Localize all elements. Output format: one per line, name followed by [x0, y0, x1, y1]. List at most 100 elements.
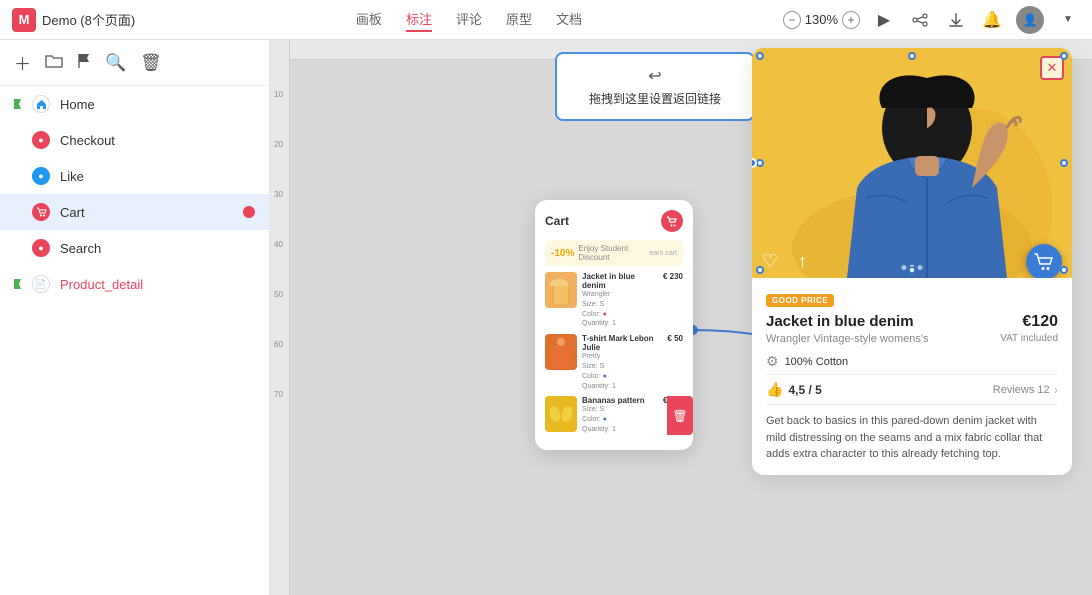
back-link-tooltip: ↩ 拖拽到这里设置返回链接: [555, 52, 755, 121]
folder-icon[interactable]: [45, 53, 63, 73]
cotton-icon: ⚙: [766, 353, 779, 370]
logo-area: M Demo (8个页面): [12, 8, 135, 32]
app-title: Demo (8个页面): [42, 10, 135, 29]
sel-handle-bl[interactable]: [756, 266, 764, 274]
sidebar-item-cart[interactable]: Cart: [0, 194, 269, 230]
ruler-mark-40: 40: [274, 240, 283, 249]
sidebar-item-checkout-label: Checkout: [60, 133, 255, 148]
cart-item-info-0: Jacket in blue denim Wrangler Size: S Co…: [582, 272, 658, 329]
chevron-right-icon: ›: [1054, 382, 1058, 397]
discount-text: Enjoy Student Discount: [578, 244, 645, 262]
sidebar-toolbar: ＋ 🔍 🗑: [0, 40, 269, 86]
sidebar-item-home-label: Home: [60, 97, 255, 112]
cart-item-details-0: Wrangler Size: S Color: ● Quantity: 1: [582, 290, 658, 329]
tab-wendang[interactable]: 文档: [556, 7, 582, 32]
flag-icon-product: [14, 279, 22, 289]
sel-handle-tm[interactable]: [908, 52, 916, 60]
topbar-right: − 130% + ▶ 🔔 👤 ▼: [783, 6, 1080, 34]
tab-yuanxing[interactable]: 原型: [506, 7, 532, 32]
share-button[interactable]: [908, 8, 932, 32]
cart-item-img-2: [545, 396, 577, 432]
sel-handle-bm[interactable]: [908, 266, 916, 274]
main-layout: ＋ 🔍 🗑 Home ● Che: [0, 40, 1092, 595]
cart-item-img-1: [545, 334, 577, 370]
product-close-button[interactable]: ✕: [1040, 56, 1064, 80]
nav-dot-2[interactable]: [918, 265, 923, 270]
share-product-icon[interactable]: ↑: [798, 251, 807, 272]
avatar[interactable]: 👤: [1016, 6, 1044, 34]
flag-icon-search: [14, 243, 22, 253]
product-price: €120: [1022, 313, 1058, 331]
ruler-left: 10 20 30 40 50 60 70: [270, 40, 290, 595]
ruler-mark-60: 60: [274, 340, 283, 349]
sel-handle-tl[interactable]: [756, 52, 764, 60]
sel-handle-tr[interactable]: [1060, 52, 1068, 60]
product-title: Jacket in blue denim: [766, 313, 914, 330]
sidebar-item-product-label: Product_detail: [60, 277, 255, 292]
flag-icon-checkout: [14, 135, 22, 145]
ruler-mark-30: 30: [274, 190, 283, 199]
cart-item-name-1: T-shirt Mark Lebon Julie: [582, 334, 662, 352]
product-description: Get back to basics in this pared-down de…: [766, 413, 1058, 463]
cart-page-icon: [32, 203, 50, 221]
cart-item-img-0: [545, 272, 577, 308]
delete-icon[interactable]: 🗑: [140, 53, 162, 73]
sel-handle-mr[interactable]: [1060, 159, 1068, 167]
rating-value: 4,5 / 5: [788, 383, 821, 397]
discount-pct: -10%: [551, 248, 574, 259]
product-actions-bar: ♡ ↑: [762, 251, 807, 272]
product-vat: VAT included: [1000, 333, 1058, 345]
sel-handle-ml[interactable]: [756, 159, 764, 167]
cart-item-2: Bananas pattern Size: S Color: ● Quantit…: [545, 396, 683, 434]
product-person-svg: [752, 48, 1072, 278]
zoom-out-button[interactable]: −: [783, 11, 801, 29]
search-sidebar-icon[interactable]: 🔍: [105, 53, 126, 73]
back-tooltip-text: 拖拽到这里设置返回链接: [573, 90, 737, 107]
zoom-in-button[interactable]: +: [842, 11, 860, 29]
notification-button[interactable]: 🔔: [980, 8, 1004, 32]
cart-item-1: T-shirt Mark Lebon Julie Pretty Size: S …: [545, 334, 683, 391]
sidebar-item-product-detail[interactable]: 📄 Product_detail: [0, 266, 269, 302]
cart-popup-icon[interactable]: [661, 210, 683, 232]
sidebar-items: Home ● Checkout ● Like: [0, 86, 269, 595]
cart-popup: Cart -10% Enjoy Student Discount earn ca…: [535, 200, 693, 450]
sidebar-item-search[interactable]: ● Search: [0, 230, 269, 266]
cart-badge: [243, 206, 255, 218]
tab-huaban[interactable]: 画板: [356, 7, 382, 32]
sidebar-item-like[interactable]: ● Like: [0, 158, 269, 194]
sidebar-item-home[interactable]: Home: [0, 86, 269, 122]
add-page-icon[interactable]: ＋: [14, 50, 31, 75]
canvas-area[interactable]: 10 20 30 40 50 60 70 ↩ 拖拽到这里设置返回链接 Cart …: [270, 40, 1092, 595]
cart-item-name-2: Bananas pattern: [582, 396, 658, 405]
product-feature-text: 100% Cotton: [785, 356, 849, 368]
dropdown-button[interactable]: ▼: [1056, 8, 1080, 32]
product-subtitle: Wrangler Vintage-style womens's: [766, 333, 929, 345]
product-panel: ✕ ♡ ↑: [752, 48, 1072, 475]
ruler-mark-50: 50: [274, 290, 283, 299]
delete-button[interactable]: 🗑: [667, 396, 693, 434]
flag-icon-cart: [14, 207, 22, 217]
sidebar-item-checkout[interactable]: ● Checkout: [0, 122, 269, 158]
zoom-control: − 130% +: [783, 11, 860, 29]
cart-item-details-2: Size: S Color: ● Quantity: 1: [582, 405, 658, 434]
tab-biaozu[interactable]: 标注: [406, 7, 432, 32]
ruler-mark-70: 70: [274, 390, 283, 399]
tab-pinglun[interactable]: 评论: [456, 7, 482, 32]
flag-icon[interactable]: [77, 53, 91, 73]
cart-fab-button[interactable]: [1026, 244, 1062, 278]
product-badge: GOOD PRICE: [766, 294, 834, 307]
zoom-level: 130%: [805, 12, 838, 27]
sidebar-item-like-label: Like: [60, 169, 255, 184]
like-page-icon: ●: [32, 167, 50, 185]
product-page-icon: 📄: [32, 275, 50, 293]
nav-dot-0[interactable]: [902, 265, 907, 270]
reviews-area[interactable]: Reviews 12 ›: [993, 382, 1058, 397]
sidebar-item-cart-label: Cart: [60, 205, 233, 220]
nav-tabs: 画板 标注 评论 原型 文档: [155, 7, 783, 32]
play-button[interactable]: ▶: [872, 8, 896, 32]
product-title-row: Jacket in blue denim €120: [766, 313, 1058, 331]
download-button[interactable]: [944, 8, 968, 32]
product-rating-row: 👍 4,5 / 5 Reviews 12 ›: [766, 374, 1058, 405]
sel-handle-br[interactable]: [1060, 266, 1068, 274]
heart-icon[interactable]: ♡: [762, 251, 778, 272]
